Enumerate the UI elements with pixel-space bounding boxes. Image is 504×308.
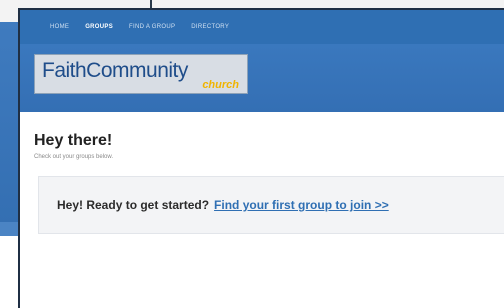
nav-item-find-a-group[interactable]: FIND A GROUP bbox=[129, 24, 175, 30]
logo-main-text: FaithCommunity bbox=[42, 59, 188, 82]
find-first-group-link[interactable]: Find your first group to join >> bbox=[214, 198, 389, 212]
page-subtitle: Check out your groups below. bbox=[34, 154, 114, 160]
page-title: Hey there! bbox=[34, 132, 113, 149]
logo-sub-text: church bbox=[202, 79, 239, 91]
nav-item-directory[interactable]: DIRECTORY bbox=[191, 24, 229, 30]
get-started-text: Hey! Ready to get started? bbox=[57, 198, 210, 212]
nav-item-home[interactable]: HOME bbox=[50, 24, 69, 30]
screenshot-stage: HOME GROUPS FIND A GROUP DIRECTORY Faith… bbox=[0, 0, 504, 308]
top-navigation: HOME GROUPS FIND A GROUP DIRECTORY bbox=[20, 10, 504, 44]
site-logo[interactable]: FaithCommunity church bbox=[34, 54, 248, 94]
get-started-panel: Hey! Ready to get started? Find your fir… bbox=[38, 176, 504, 234]
app-window: HOME GROUPS FIND A GROUP DIRECTORY Faith… bbox=[18, 8, 504, 308]
nav-item-groups[interactable]: GROUPS bbox=[85, 24, 113, 30]
main-content: Hey there! Check out your groups below. … bbox=[20, 112, 504, 234]
site-header: FaithCommunity church bbox=[20, 44, 504, 112]
